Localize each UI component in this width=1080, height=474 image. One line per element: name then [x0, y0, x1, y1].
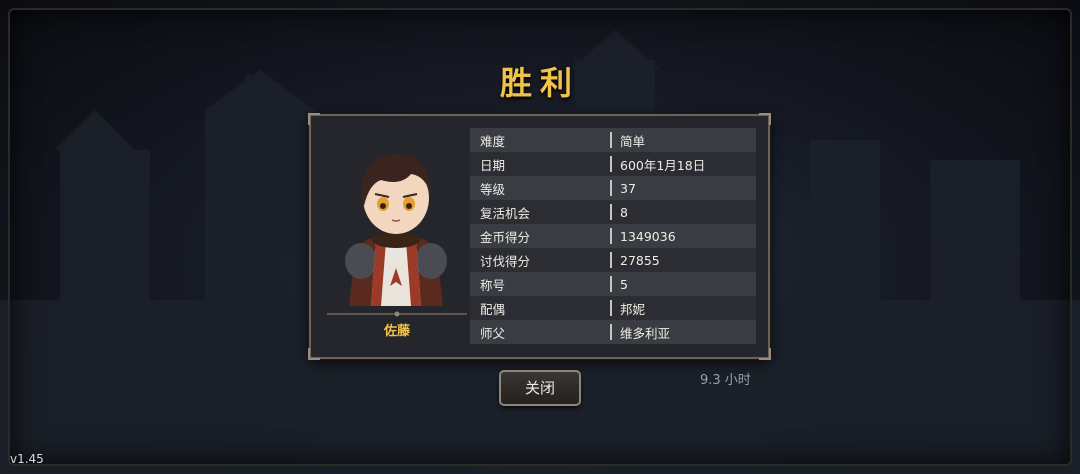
stat-value: 27855 — [620, 252, 660, 268]
corner-ornament — [759, 348, 771, 360]
hero-portrait — [345, 154, 447, 306]
stat-label: 称号 — [480, 277, 506, 293]
playtime-text: 9.3 小时 — [700, 373, 751, 388]
corner-ornament — [759, 113, 771, 125]
version-label: v1.45 — [10, 452, 44, 466]
stat-label: 讨伐得分 — [480, 253, 531, 269]
name-divider-ornament — [327, 311, 467, 317]
stat-label: 等级 — [480, 181, 506, 197]
stat-row: 难度 简单 — [470, 128, 756, 152]
stat-row: 称号 5 — [470, 272, 756, 296]
stat-row: 配偶 邦妮 — [470, 296, 756, 320]
stat-value: 简单 — [620, 133, 646, 149]
stat-row: 讨伐得分 27855 — [470, 248, 756, 272]
stat-row: 师父 维多利亚 — [470, 320, 756, 344]
stats-table: 难度 简单 日期 600年1月18日 等级 37 复活机会 8 金币得分 1349036 … — [470, 128, 756, 344]
stat-label: 日期 — [480, 157, 506, 173]
corner-ornament — [308, 113, 320, 125]
stat-value: 8 — [620, 204, 628, 220]
stat-row: 等级 37 — [470, 176, 756, 200]
stat-value: 5 — [620, 276, 628, 292]
stat-label: 配偶 — [480, 301, 506, 317]
stat-label: 师父 — [480, 325, 506, 341]
stat-value: 维多利亚 — [620, 325, 671, 341]
stat-value: 1349036 — [620, 228, 676, 244]
stat-label: 难度 — [480, 133, 506, 149]
corner-ornament — [308, 348, 320, 360]
stat-value: 600年1月18日 — [620, 157, 706, 173]
victory-title: 胜利 — [499, 64, 580, 102]
stat-label: 复活机会 — [480, 205, 531, 221]
result-panel: 佐藤 难度 简单 日期 600年1月18日 等级 37 复活机会 8 金币得分 13490… — [308, 113, 771, 360]
stat-value: 邦妮 — [620, 301, 646, 317]
stat-row: 日期 600年1月18日 — [470, 152, 756, 176]
close-button[interactable]: 关闭 — [499, 370, 581, 406]
stat-row: 复活机会 8 — [470, 200, 756, 224]
stat-label: 金币得分 — [480, 229, 531, 245]
stat-value: 37 — [620, 180, 636, 196]
stat-row: 金币得分 1349036 — [470, 224, 756, 248]
hero-name: 佐藤 — [383, 324, 410, 339]
